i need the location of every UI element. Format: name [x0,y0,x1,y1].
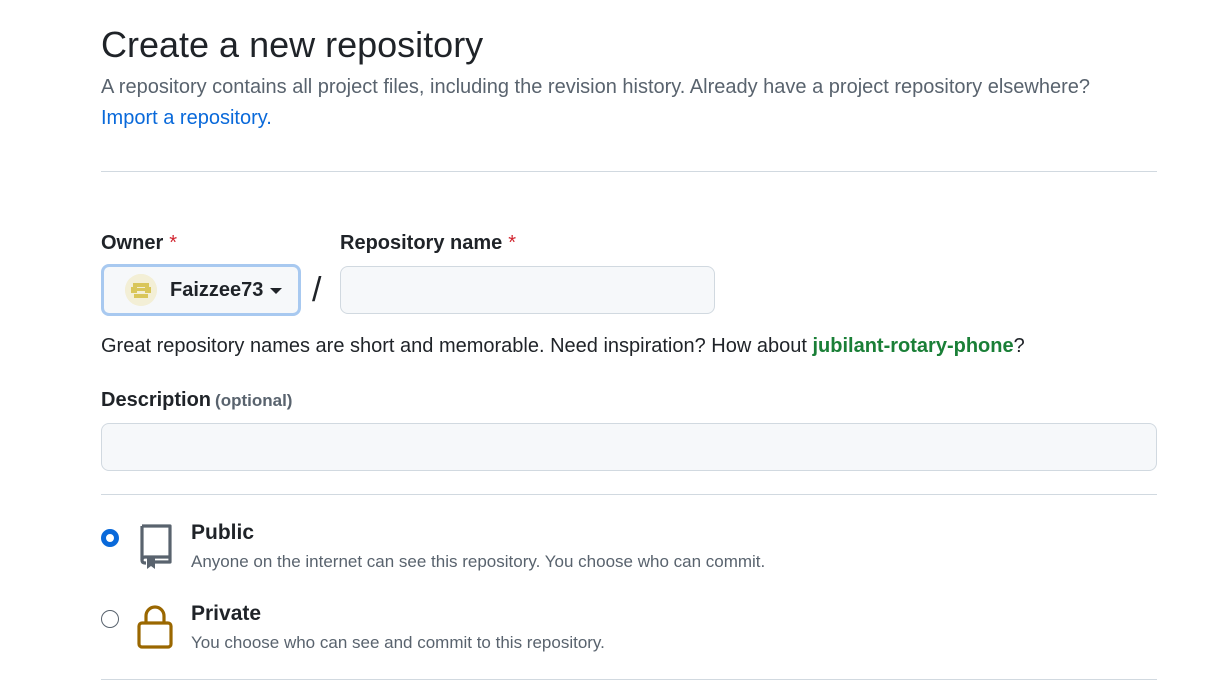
new-repository-page: Create a new repository A repository con… [0,0,1217,683]
required-mark: * [169,232,178,254]
public-description: Anyone on the internet can see this repo… [191,552,766,571]
page-title: Create a new repository [101,24,484,65]
private-description: You choose who can see and commit to thi… [191,633,605,652]
lock-icon [137,605,173,649]
required-mark: * [508,232,517,254]
owner-name: Faizzee73 [170,278,264,301]
repo-book-icon [140,524,172,569]
public-radio[interactable] [101,529,119,547]
section-divider [101,494,1157,495]
owner-dropdown[interactable]: Faizzee73 [101,264,301,316]
avatar [125,274,157,306]
repo-name-label: Repository name * [340,230,516,256]
owner-label-text: Owner [101,232,164,254]
caret-down-icon [270,288,283,294]
section-divider [101,679,1157,680]
repository-name-input[interactable] [340,266,715,314]
import-repository-link[interactable]: Import a repository. [101,107,272,129]
optional-tag: (optional) [215,391,293,410]
section-divider [101,171,1157,172]
page-subtitle: A repository contains all project files,… [101,72,1161,134]
public-title: Public [191,521,255,544]
private-title: Private [191,602,262,625]
owner-label: Owner * [101,230,177,256]
description-label-text: Description [101,389,212,411]
hint-suffix: ? [1013,335,1025,357]
description-input[interactable] [101,423,1157,471]
subtitle-text: A repository contains all project files,… [101,76,1091,98]
private-radio[interactable] [101,610,119,628]
name-hint: Great repository names are short and mem… [101,331,1025,361]
repo-name-label-text: Repository name [340,232,503,254]
hint-text: Great repository names are short and mem… [101,335,813,357]
description-label: Description (optional) [101,387,292,414]
identicon-avatar-icon [125,274,157,306]
name-suggestion-link[interactable]: jubilant-rotary-phone [812,335,1013,357]
owner-repo-separator: / [312,271,322,309]
